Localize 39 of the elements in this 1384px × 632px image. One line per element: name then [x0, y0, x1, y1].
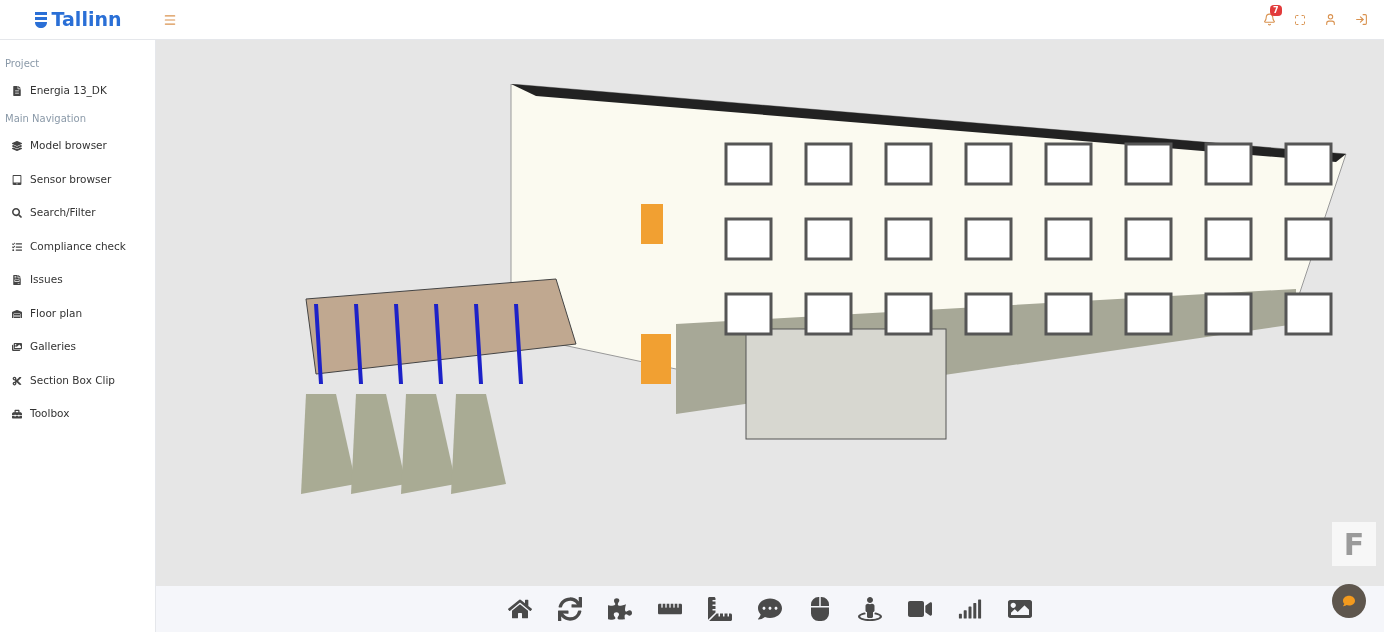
scissors-icon	[12, 375, 22, 386]
search-icon	[12, 208, 22, 219]
chat-button[interactable]	[1332, 584, 1366, 618]
sidebar-item[interactable]: Energia 13_DK	[0, 74, 155, 108]
puzzle-icon[interactable]	[608, 597, 632, 621]
mouse-icon[interactable]	[808, 597, 832, 621]
toolbox-icon	[12, 409, 22, 420]
sidebar-item[interactable]: Galleries	[0, 330, 155, 364]
person-icon[interactable]	[858, 597, 882, 621]
section-heading: Project	[4, 56, 41, 71]
sign-out-icon[interactable]	[1355, 13, 1368, 26]
logo-icon	[33, 10, 48, 29]
sidebar-item[interactable]: Toolbox	[0, 397, 155, 431]
refresh-icon[interactable]	[558, 597, 582, 621]
floor-plan-icon	[12, 308, 22, 319]
image-icon[interactable]	[1008, 597, 1032, 621]
document-icon	[12, 275, 22, 286]
checklist-icon	[12, 241, 22, 252]
sidebar-item[interactable]: Model browser	[0, 129, 155, 163]
file-icon	[12, 85, 22, 96]
sidebar-item[interactable]: Issues	[0, 263, 155, 297]
sidebar-item[interactable]: Sensor browser	[0, 163, 155, 197]
sidebar-item[interactable]: Compliance check	[0, 230, 155, 264]
sidebar-item[interactable]: Section Box Clip	[0, 364, 155, 398]
section-heading: Main Navigation	[4, 112, 87, 126]
signal-bars-icon[interactable]	[958, 597, 982, 621]
chat-icon	[1343, 595, 1355, 607]
fullscreen-icon[interactable]	[1294, 13, 1306, 26]
home-icon[interactable]	[508, 597, 532, 621]
tablet-icon	[12, 174, 22, 185]
comment-icon[interactable]	[758, 597, 782, 621]
sidebar-item[interactable]: Floor plan	[0, 297, 155, 331]
bell-icon[interactable]	[1263, 13, 1276, 26]
sidebar-item[interactable]: Search/Filter	[0, 196, 155, 230]
images-icon	[12, 342, 22, 353]
brand-name: Tallinn	[51, 7, 122, 33]
angle-ruler-icon[interactable]	[708, 597, 732, 621]
notification-badge: 7	[1270, 5, 1282, 16]
layers-icon	[12, 141, 22, 152]
